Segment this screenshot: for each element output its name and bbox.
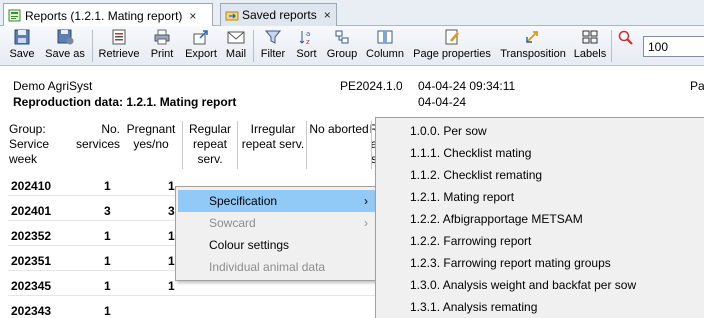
labels-button[interactable]: Labels (572, 28, 608, 64)
floppy-disk-plus-icon (56, 29, 74, 45)
submenu-item[interactable]: 1.1.1. Checklist mating (410, 143, 531, 163)
svg-text:a: a (306, 30, 310, 38)
column-divider (371, 121, 372, 169)
printer-icon (153, 29, 171, 45)
page-pencil-icon (443, 29, 461, 45)
tab-saved-reports[interactable]: Saved reports × (220, 3, 337, 26)
column-header-week[interactable]: Group: Service week (9, 122, 69, 167)
column-header-no-aborted[interactable]: No aborted (307, 122, 371, 137)
tab-label: Saved reports (242, 8, 317, 22)
folder-swap-icon (225, 9, 239, 22)
toolbar-separator (92, 30, 93, 62)
svg-text:z: z (306, 38, 310, 45)
cell-pregnant: 1 (168, 229, 175, 243)
report-date: 04-04-24 (418, 95, 467, 109)
cell-week: 202410 (11, 179, 52, 193)
report-code: PE2024.1.0 (340, 79, 402, 93)
cell-week: 202352 (11, 229, 52, 243)
cell-services: 1 (104, 229, 111, 243)
tab-strip: Reports (1.2.1. Mating report) × Saved r… (0, 0, 704, 27)
group-button[interactable]: Group (325, 28, 359, 64)
cell-services: 1 (104, 179, 111, 193)
transposition-button[interactable]: Transposition (498, 28, 568, 64)
chevron-right-icon: › (364, 194, 368, 208)
cell-pregnant: 3 (168, 204, 175, 218)
app-window: Reports (1.2.1. Mating report) × Saved r… (0, 0, 704, 318)
submenu-item[interactable]: 1.2.2. Afbigrapportage METSAM (410, 209, 583, 229)
menu-item-individual-animal-data[interactable]: Individual animal data (178, 256, 378, 278)
close-icon[interactable]: × (189, 9, 196, 23)
filter-button[interactable]: Filter (258, 28, 288, 64)
context-menu: Specification › Sowcard › Colour setting… (175, 186, 381, 281)
cell-services: 1 (104, 304, 111, 318)
cell-week: 202345 (11, 279, 52, 293)
print-button[interactable]: Print (147, 28, 177, 64)
column-header-services[interactable]: No. services (72, 122, 120, 152)
submenu-item[interactable]: 1.2.2. Farrowing report (410, 231, 531, 251)
export-arrow-icon (192, 29, 210, 45)
zoom-input[interactable] (643, 36, 704, 57)
zoom-magnifier-icon[interactable] (617, 30, 635, 46)
cell-pregnant: 1 (168, 179, 175, 193)
row-separator (8, 295, 378, 296)
report-datetime: 04-04-24 09:34:11 (418, 79, 516, 93)
submenu-item[interactable]: 1.2.1. Mating report (410, 187, 514, 207)
column-header-regular-repeat[interactable]: Regular repeat serv. (183, 122, 237, 167)
cell-week: 202401 (11, 204, 52, 218)
toolbar-separator (253, 30, 254, 62)
submenu-item[interactable]: 1.0.0. Per sow (410, 121, 487, 141)
funnel-icon (264, 29, 282, 45)
group-blocks-icon (333, 29, 351, 45)
save-as-button[interactable]: Save as (42, 28, 88, 64)
save-button[interactable]: Save (6, 28, 38, 64)
list-document-icon (110, 29, 128, 45)
submenu-item[interactable]: 1.2.3. Farrowing report mating groups (410, 253, 611, 273)
page-properties-button[interactable]: Page properties (410, 28, 494, 64)
report-title: Reproduction data: 1.2.1. Mating report (13, 95, 237, 109)
transpose-icon (524, 29, 542, 45)
column-divider (237, 121, 238, 169)
menu-item-sowcard[interactable]: Sowcard › (178, 212, 378, 234)
floppy-disk-icon (13, 29, 31, 45)
columns-icon (376, 29, 394, 45)
cell-services: 3 (104, 204, 111, 218)
column-header-irregular-repeat[interactable]: Irregular repeat serv. (239, 122, 307, 152)
cell-pregnant: 1 (168, 254, 175, 268)
export-button[interactable]: Export (182, 28, 220, 64)
cell-services: 1 (104, 254, 111, 268)
retrieve-button[interactable]: Retrieve (97, 28, 141, 64)
cell-pregnant: 1 (168, 279, 175, 293)
cell-week: 202351 (11, 254, 52, 268)
specification-submenu: 1.0.0. Per sow 1.1.1. Checklist mating 1… (375, 117, 704, 318)
column-divider (306, 121, 307, 169)
column-divider (182, 121, 183, 169)
menu-item-colour-settings[interactable]: Colour settings (178, 234, 378, 256)
chevron-right-icon: › (364, 216, 368, 230)
menu-item-specification[interactable]: Specification › (178, 190, 378, 212)
company-name: Demo AgriSyst (13, 79, 93, 93)
tab-reports[interactable]: Reports (1.2.1. Mating report) × (3, 3, 213, 27)
label-grid-icon (581, 29, 599, 45)
toolbar: Save Save as Retrieve Print Export Mail … (0, 26, 704, 66)
toolbar-separator (611, 30, 612, 62)
cell-services: 1 (104, 279, 111, 293)
sort-button[interactable]: az Sort (293, 28, 320, 64)
tab-label: Reports (1.2.1. Mating report) (25, 8, 183, 23)
page-label: Pa (690, 79, 704, 93)
sort-az-icon: az (298, 29, 316, 46)
cell-week: 202343 (11, 304, 52, 318)
submenu-item[interactable]: 1.3.1. Analysis remating (410, 297, 537, 317)
envelope-icon (227, 29, 245, 45)
column-button[interactable]: Column (364, 28, 406, 64)
submenu-item[interactable]: 1.1.2. Checklist remating (410, 165, 542, 185)
report-tab-icon (8, 9, 21, 22)
mail-button[interactable]: Mail (223, 28, 249, 64)
column-header-pregnant[interactable]: Pregnant yes/no (122, 122, 180, 152)
close-icon[interactable]: × (324, 8, 331, 22)
submenu-item[interactable]: 1.3.0. Analysis weight and backfat per s… (410, 275, 636, 295)
